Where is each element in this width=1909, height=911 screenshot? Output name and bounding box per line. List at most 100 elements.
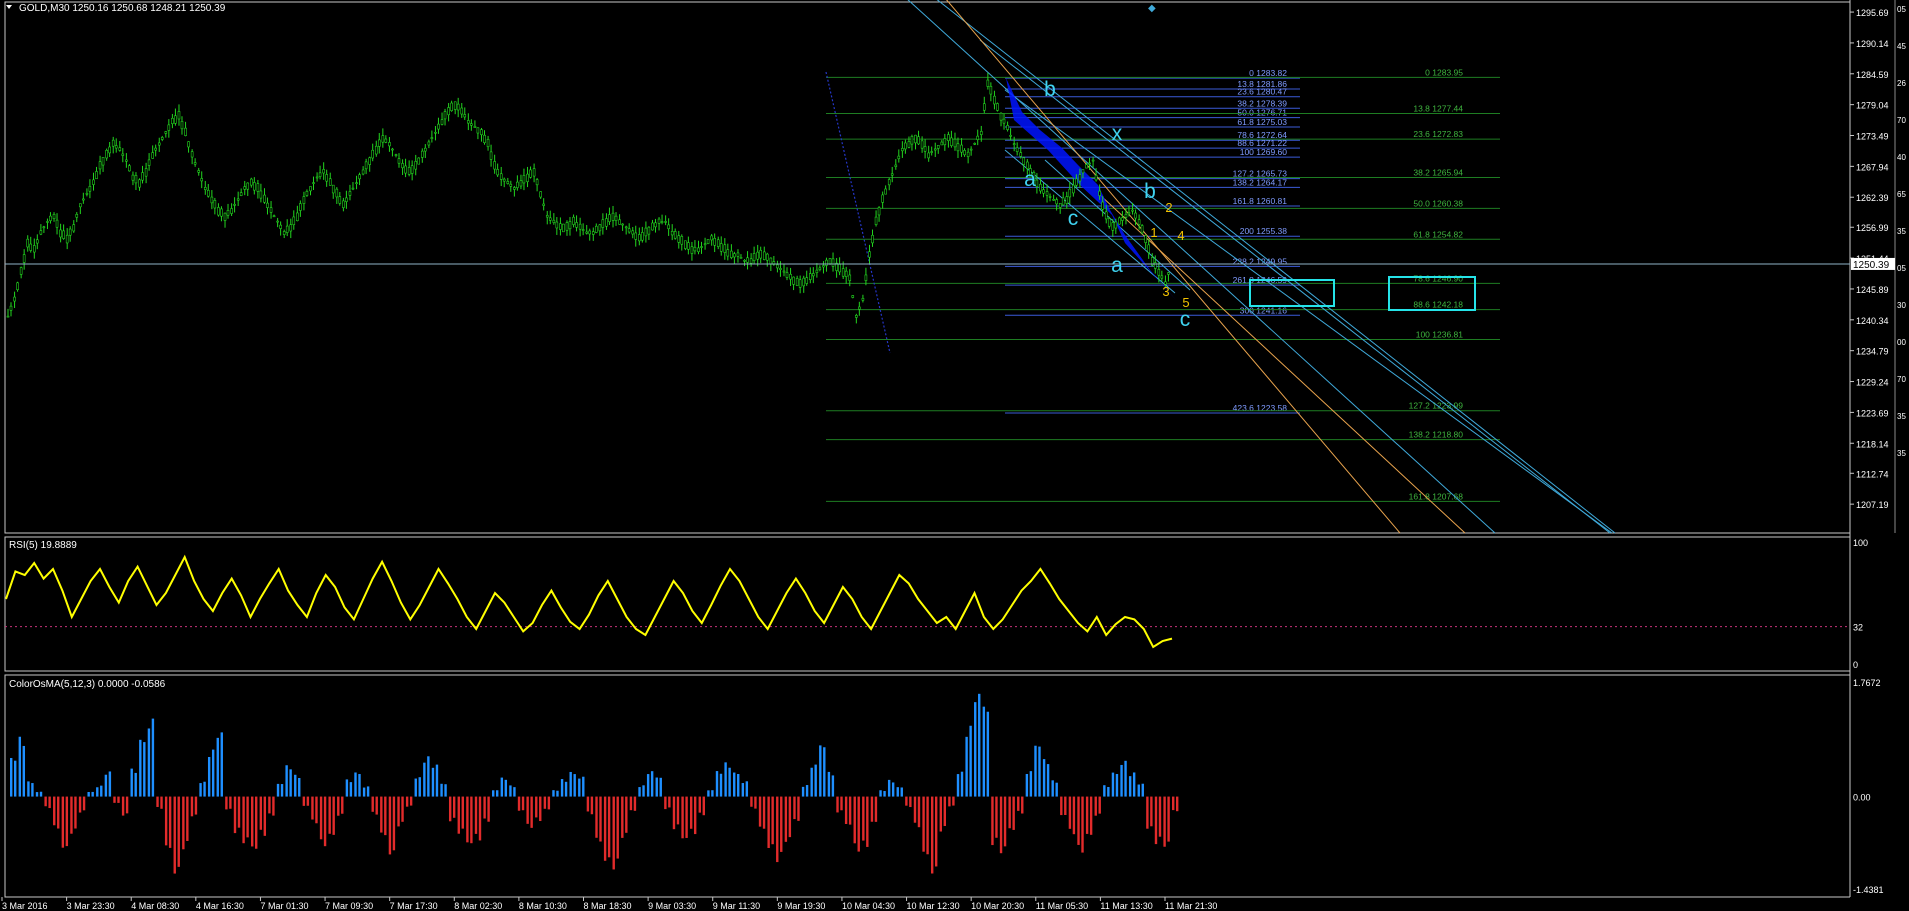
price-bar-body [614,215,618,221]
price-bar-body [125,159,128,162]
price-bar-body [809,273,812,280]
osma-bar [366,786,370,797]
price-bar-body [200,178,204,182]
wave-label[interactable]: 4 [1177,228,1184,243]
wave-label[interactable]: 3 [1162,284,1169,299]
price-bar-body [634,232,638,240]
right-scale-mark: 65 [1897,190,1906,199]
price-bar-body [184,127,187,136]
time-label: 3 Mar 2016 [2,901,48,911]
price-bar-body [752,253,756,261]
price-bar-body [598,224,602,232]
osma-bar [74,796,77,829]
wave-label[interactable]: 5 [1182,295,1189,310]
price-bar-body [467,120,470,124]
price-bar-body [92,179,95,185]
price-bar-body [1088,162,1091,165]
price-bar-body [927,152,930,159]
osma-bar [125,796,129,814]
osma-bar [788,796,792,838]
price-bar-body [730,250,733,258]
right-scale-mark: 70 [1897,116,1906,125]
price-bar-body [98,161,102,170]
price-bar-body [187,141,190,148]
price-bar-body [39,230,43,235]
wave-label[interactable]: a [1111,254,1123,277]
wave-label[interactable]: b [1144,180,1156,203]
osma-bar [1025,773,1029,797]
price-bar-body [611,212,615,221]
price-bar-body [989,85,993,95]
fib-label-blue: 423.6 1223.58 [1233,403,1288,413]
price-bar-body [19,267,23,275]
price-bar-body [815,269,819,273]
osma-bar [685,796,688,838]
osma-bar [934,796,938,867]
price-bar-body [858,306,861,310]
chart-window[interactable]: GOLD,M30 1250.16 1250.68 1248.21 1250.39… [0,0,1909,911]
osma-bar [470,796,473,844]
wave-label[interactable]: c [1180,308,1191,331]
osma-bar [78,796,82,813]
price-bar-body [279,224,282,229]
price-bar-body [26,238,30,248]
price-bar-body [79,203,82,208]
time-label: 8 Mar 10:30 [519,901,567,911]
price-bar-body [591,231,595,235]
osma-bar [44,796,47,807]
price-bar-body [483,134,486,144]
osma-bar [621,796,624,838]
price-bar-body [410,165,414,174]
osma-bar [960,771,964,797]
osma-bar [220,732,223,797]
price-bar-body [756,251,759,260]
price-bar-body [147,159,151,166]
price-bar-body [318,172,322,177]
price-bar-body [1094,174,1098,181]
osma-bar [35,792,39,797]
wave-label[interactable]: a [1024,168,1036,191]
osma-bar [991,796,994,846]
price-bar-body [450,102,453,112]
osma-bar [487,796,490,822]
osma-bar [776,796,779,863]
wave-label[interactable]: c [1068,207,1079,230]
price-tick-label: 1295.69 [1856,8,1889,18]
price-bar-body [1131,209,1134,212]
osma-bar [302,796,306,806]
osma-bar [315,796,318,824]
osma-bar [513,787,516,797]
osma-bar [168,796,172,848]
osma-bar [130,768,133,797]
price-bar-body [1101,201,1104,210]
osma-bar [978,693,981,797]
osma-bar [625,796,628,833]
wave-label[interactable]: 1 [1150,225,1157,240]
price-bar-body [213,200,217,209]
right-scale-mark: 40 [1897,153,1906,162]
price-bar-body [812,273,815,277]
fib-label-blue: 138.2 1264.17 [1233,177,1288,187]
osma-bar [319,796,323,840]
wave-label[interactable]: b [1044,78,1056,101]
osma-bar [22,745,26,797]
osma-bar [1111,772,1115,797]
price-bar-body [236,198,240,201]
price-bar-body [414,161,418,170]
price-bar-body [437,123,440,130]
osma-bar [1008,796,1011,829]
price-bar-body [160,137,164,140]
osma-bar [607,796,611,858]
price-bar-body [1127,212,1131,215]
wave-label[interactable]: 2 [1165,200,1172,215]
wave-label[interactable]: x [1112,122,1123,145]
osma-bar [939,796,942,832]
price-bar-body [131,174,135,181]
osma-bar [758,796,762,827]
time-label: 9 Mar 11:30 [713,901,760,911]
fib-label-blue: 100 1269.60 [1240,147,1288,157]
osma-bar [560,779,564,797]
price-bar-body [206,189,210,197]
osma-bar [384,796,387,836]
price-bar-body [49,215,52,221]
